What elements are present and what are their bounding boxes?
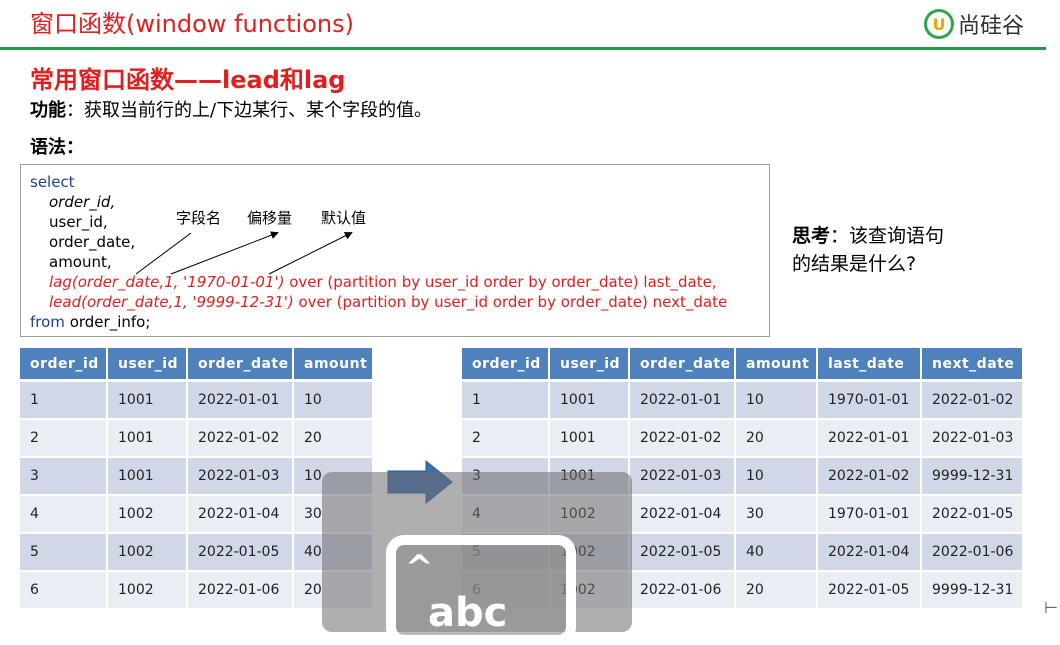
right-table-header-user-id: user_id bbox=[550, 348, 630, 382]
think-text-1: ：该查询语句 bbox=[830, 225, 945, 247]
right-table-cell: 2022-01-06 bbox=[922, 534, 1024, 572]
arrow-offset bbox=[170, 231, 279, 275]
left-table-cell: 2022-01-06 bbox=[188, 572, 294, 610]
right-table-cell: 2022-01-05 bbox=[922, 496, 1024, 534]
function-text: ：获取当前行的上/下边某行、某个字段的值。 bbox=[66, 100, 433, 121]
right-table-cell: 20 bbox=[736, 572, 818, 610]
left-table-cell: 4 bbox=[20, 496, 108, 534]
think-question: 思考：该查询语句 的结果是什么? bbox=[792, 222, 944, 278]
left-table-cell: 2022-01-03 bbox=[188, 458, 294, 496]
right-table-header-order-date: order_date bbox=[630, 348, 736, 382]
right-table-header-amount: amount bbox=[736, 348, 818, 382]
right-table-cell: 2022-01-04 bbox=[630, 496, 736, 534]
right-table-cell: 9999-12-31 bbox=[922, 572, 1024, 610]
right-table-cell: 30 bbox=[736, 496, 818, 534]
left-table-cell: 2022-01-05 bbox=[188, 534, 294, 572]
logo-text: 尚硅谷 bbox=[957, 14, 1024, 39]
section-title: 常用窗口函数——lead和lag bbox=[30, 66, 346, 94]
right-table-header-order-id: order_id bbox=[462, 348, 550, 382]
right-table-cell: 1 bbox=[462, 382, 550, 420]
logo: U 尚硅谷 bbox=[923, 8, 1024, 40]
right-table-cell: 1970-01-01 bbox=[818, 382, 922, 420]
table-row: 2 1001 2022-01-02 20 bbox=[20, 420, 374, 458]
header-title: 窗口函数(window functions) bbox=[30, 10, 354, 38]
left-table-cell: 2 bbox=[20, 420, 108, 458]
left-table-body: 1 1001 2022-01-01 10 2 1001 2022-01-02 20 3 1001 2… bbox=[20, 382, 374, 610]
left-table-cell: 20 bbox=[294, 420, 374, 458]
right-table-cell: 20 bbox=[736, 420, 818, 458]
table-row: 5 1002 2022-01-05 40 bbox=[20, 534, 374, 572]
right-table-cell: 2022-01-05 bbox=[818, 572, 922, 610]
left-table-header-amount: amount bbox=[294, 348, 374, 382]
code-box: select order_id, user_id, order_date, am… bbox=[20, 164, 770, 337]
right-table-header-row: order_id user_id order_date amount last_date… bbox=[462, 348, 1024, 382]
left-table-cell: 6 bbox=[20, 572, 108, 610]
logo-icon: U bbox=[923, 9, 954, 39]
left-table-header-row: order_id user_id order_date amount bbox=[20, 348, 374, 382]
right-table-cell: 2022-01-03 bbox=[630, 458, 736, 496]
left-table-header-user-id: user_id bbox=[108, 348, 188, 382]
think-line-1: 思考：该查询语句 bbox=[792, 222, 944, 250]
right-table-cell: 1001 bbox=[550, 382, 630, 420]
right-table-cell: 10 bbox=[736, 458, 818, 496]
table-row: 4 1002 2022-01-04 30 bbox=[20, 496, 374, 534]
left-table-cell: 3 bbox=[20, 458, 108, 496]
left-table-header-order-id: order_id bbox=[20, 348, 108, 382]
right-table-header-next-date: next_date bbox=[922, 348, 1024, 382]
right-table-cell: 2022-01-01 bbox=[630, 382, 736, 420]
left-table-cell: 2022-01-02 bbox=[188, 420, 294, 458]
right-table-cell: 2022-01-02 bbox=[922, 382, 1024, 420]
right-table-cell: 2022-01-01 bbox=[818, 420, 922, 458]
right-table-cell: 2022-01-02 bbox=[818, 458, 922, 496]
table-row: 1 1001 2022-01-01 10 1970-01-01 2022-01-02 bbox=[462, 382, 1024, 420]
syntax-label: 语法： bbox=[30, 137, 84, 158]
left-table-cell: 10 bbox=[294, 382, 374, 420]
left-table-cell: 1002 bbox=[108, 534, 188, 572]
right-table-cell: 2022-01-06 bbox=[630, 572, 736, 610]
caret-icon: ^ bbox=[405, 548, 434, 588]
right-table-cell: 2022-01-02 bbox=[630, 420, 736, 458]
right-table-cell: 2 bbox=[462, 420, 550, 458]
table-row: 6 1002 2022-01-06 20 bbox=[20, 572, 374, 610]
function-label: 功能 bbox=[30, 100, 66, 121]
left-table: order_id user_id order_date amount 1 1001 202… bbox=[20, 348, 374, 610]
right-table-cell: 9999-12-31 bbox=[922, 458, 1024, 496]
left-table-cell: 1 bbox=[20, 382, 108, 420]
left-table-header-order-date: order_date bbox=[188, 348, 294, 382]
right-table-cell: 10 bbox=[736, 382, 818, 420]
function-description: 功能：获取当前行的上/下边某行、某个字段的值。 bbox=[30, 96, 432, 122]
left-table-cell: 1002 bbox=[108, 496, 188, 534]
right-table-cell: 40 bbox=[736, 534, 818, 572]
table-row: 1 1001 2022-01-01 10 bbox=[20, 382, 374, 420]
arrow-default-value bbox=[268, 232, 353, 275]
left-table-cell: 1001 bbox=[108, 420, 188, 458]
think-label: 思考 bbox=[792, 225, 831, 247]
think-line-2: 的结果是什么? bbox=[792, 253, 917, 275]
table-row: 2 1001 2022-01-02 20 2022-01-01 2022-01-03 bbox=[462, 420, 1024, 458]
right-table-cell: 2022-01-05 bbox=[630, 534, 736, 572]
left-table-cell: 2022-01-04 bbox=[188, 496, 294, 534]
left-table-cell: 2022-01-01 bbox=[188, 382, 294, 420]
table-row: 3 1001 2022-01-03 10 bbox=[20, 458, 374, 496]
annotation-arrows bbox=[135, 231, 353, 275]
right-table-cell: 2022-01-04 bbox=[818, 534, 922, 572]
keyboard-overlay-text: abc bbox=[428, 590, 508, 636]
right-table-cell: 1970-01-01 bbox=[818, 496, 922, 534]
left-table-cell: 1001 bbox=[108, 458, 188, 496]
left-table-cell: 5 bbox=[20, 534, 108, 572]
header-rule bbox=[0, 47, 1046, 50]
right-table-cell: 2022-01-03 bbox=[922, 420, 1024, 458]
right-table-cell: 1001 bbox=[550, 420, 630, 458]
right-table-header-last-date: last_date bbox=[818, 348, 922, 382]
arrow-field-name bbox=[135, 232, 192, 275]
left-table-cell: 1001 bbox=[108, 382, 188, 420]
edge-mark-icon: ⊢ bbox=[1044, 598, 1058, 617]
left-table-cell: 1002 bbox=[108, 572, 188, 610]
